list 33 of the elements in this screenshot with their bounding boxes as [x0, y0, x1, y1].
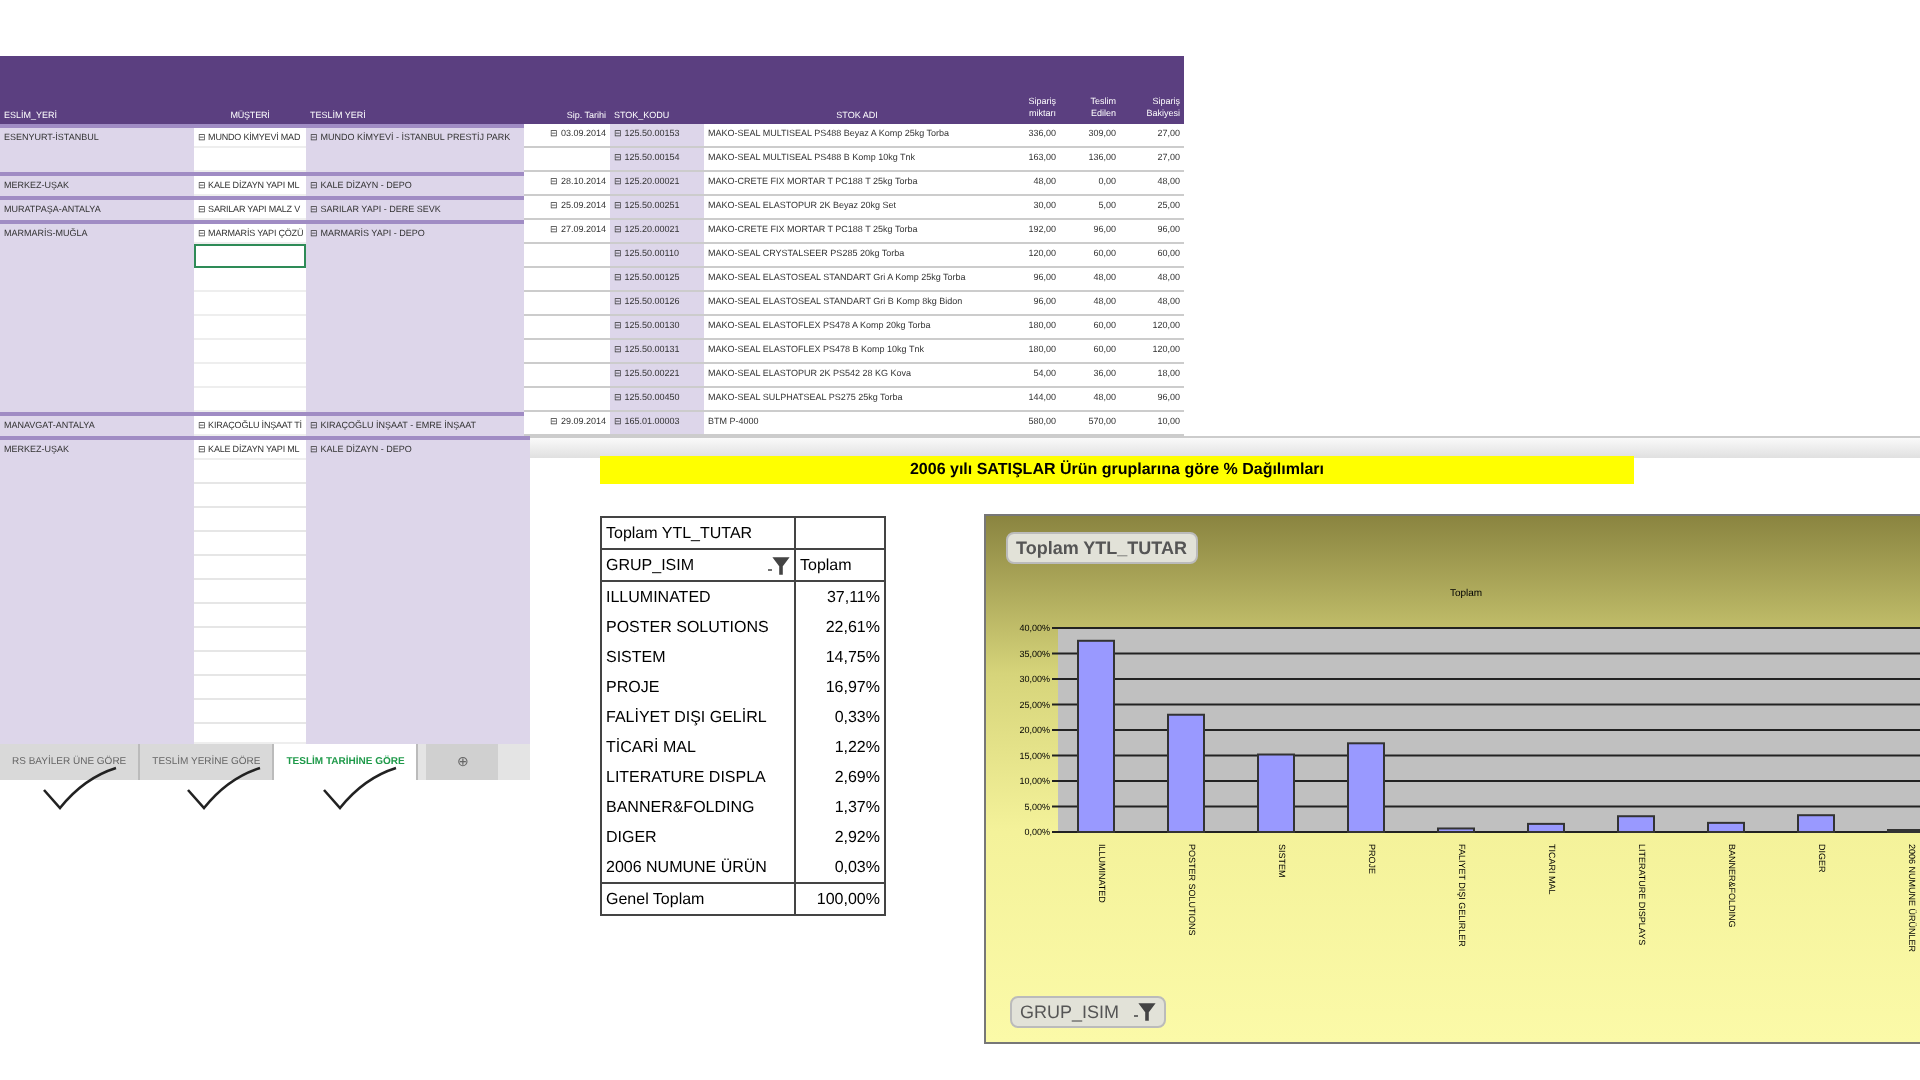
table-cell: ILLUMINATED: [601, 581, 795, 612]
table-cell: 1,22%: [795, 732, 885, 762]
field-label: GRUP_ISIM: [606, 556, 695, 574]
filter-icon: [1131, 1002, 1156, 1022]
table-cell: POSTER SOLUTIONS: [601, 612, 795, 642]
table-cell: 100,00%: [795, 883, 885, 915]
table-cell: BANNER&FOLDING: [601, 792, 795, 822]
checkmark-icon: [320, 766, 400, 810]
table-cell: 2,69%: [795, 762, 885, 792]
table-cell: Toplam YTL_TUTAR: [601, 517, 795, 549]
table-cell: LITERATURE DISPLA: [601, 762, 795, 792]
table-cell: SISTEM: [601, 642, 795, 672]
table-cell: TİCARİ MAL: [601, 732, 795, 762]
table-cell: Toplam: [795, 549, 885, 581]
table-cell: 2,92%: [795, 822, 885, 852]
checkmark-icon: [184, 766, 264, 810]
table-cell: FALİYET DIŞI GELİRL: [601, 702, 795, 732]
table-cell: 1,37%: [795, 792, 885, 822]
field-button[interactable]: Toplam YTL_TUTAR: [1006, 532, 1197, 564]
table-cell: 2006 NUMUNE ÜRÜN: [601, 852, 795, 883]
filter-icon[interactable]: [766, 556, 790, 576]
table-cell: PROJE: [601, 672, 795, 702]
table-cell: Genel Toplam: [601, 883, 795, 915]
filter-button[interactable]: GRUP_ISIM: [1010, 996, 1166, 1028]
checkmark-icon: [40, 766, 120, 810]
table-cell: 22,61%: [795, 612, 885, 642]
table-cell: 0,03%: [795, 852, 885, 883]
table-cell: 37,11%: [795, 581, 885, 612]
table-cell: 14,75%: [795, 642, 885, 672]
table-cell: 0,33%: [795, 702, 885, 732]
report-title: 2006 yılı SATIŞLAR Ürün gruplarına göre % Dağılımları: [600, 456, 1634, 484]
table-cell: DIGER: [601, 822, 795, 852]
table-cell: 16,97%: [795, 672, 885, 702]
